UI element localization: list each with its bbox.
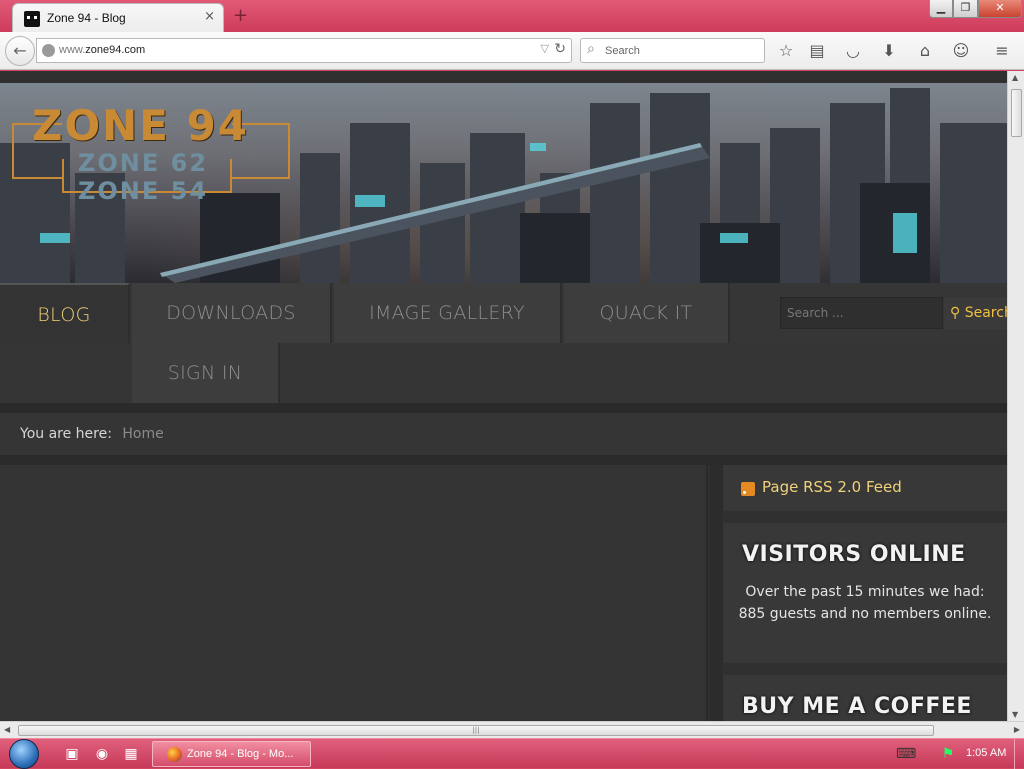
download-icon[interactable]: ⬇ bbox=[878, 40, 900, 62]
os-taskbar: ▣ ◉ ▦ Zone 94 - Blog - Mo... ⌨ ⚑ 1:05 AM bbox=[0, 738, 1024, 769]
breadcrumb: You are here: Home bbox=[0, 413, 1007, 455]
new-tab-button[interactable]: + bbox=[233, 5, 248, 26]
column-gap bbox=[710, 465, 722, 721]
reading-list-icon[interactable]: ▤ bbox=[806, 40, 828, 62]
firefox-icon[interactable]: ◉ bbox=[92, 744, 112, 764]
buy-me-a-coffee-title: BUY ME A COFFEE bbox=[742, 694, 972, 719]
browser-titlebar: Zone 94 - Blog × + ▁ ❐ ✕ bbox=[0, 0, 1024, 33]
system-clock[interactable]: 1:05 AM bbox=[966, 747, 1006, 759]
tab-close-icon[interactable]: × bbox=[204, 9, 215, 24]
horizontal-scroll-thumb[interactable]: ||| bbox=[18, 725, 934, 736]
main-content bbox=[0, 465, 708, 721]
menu-icon[interactable]: ≡ bbox=[991, 40, 1013, 62]
scroll-right-icon[interactable]: ▶ bbox=[1014, 725, 1020, 734]
rss-icon bbox=[741, 482, 755, 496]
reload-icon[interactable]: ↻ bbox=[554, 41, 566, 57]
keyboard-icon[interactable]: ⌨ bbox=[896, 744, 916, 764]
site-favicon-icon bbox=[24, 11, 40, 27]
breadcrumb-prefix: You are here: bbox=[20, 426, 112, 442]
buy-me-a-coffee-module: BUY ME A COFFEE bbox=[722, 675, 1007, 721]
rss-feed-module: Page RSS 2.0 Feed bbox=[722, 465, 1007, 511]
divider bbox=[0, 455, 1007, 465]
history-dropdown-icon[interactable]: ▽ bbox=[541, 42, 549, 55]
firefox-icon bbox=[167, 747, 182, 762]
visitors-online-module: VISITORS ONLINE Over the past 15 minutes… bbox=[722, 523, 1007, 663]
scroll-down-icon[interactable]: ▼ bbox=[1012, 710, 1018, 719]
site-search-input[interactable]: Search ... bbox=[780, 297, 943, 329]
visitors-online-text: Over the past 15 minutes we had: 885 gue… bbox=[738, 584, 992, 622]
minimize-button[interactable]: ▁ bbox=[929, 0, 953, 18]
site-logo-main[interactable]: ZONE 94 bbox=[32, 101, 249, 150]
close-window-button[interactable]: ✕ bbox=[978, 0, 1022, 18]
vertical-scrollbar[interactable]: ▲ ▼ bbox=[1007, 71, 1024, 721]
start-button[interactable] bbox=[9, 739, 39, 769]
rss-feed-link[interactable]: Page RSS 2.0 Feed bbox=[762, 478, 902, 496]
browser-search-input[interactable]: ⌕ Search bbox=[580, 38, 765, 63]
nav-image-gallery[interactable]: IMAGE GALLERY bbox=[334, 283, 562, 343]
back-button[interactable]: ← bbox=[5, 36, 35, 66]
pocket-icon[interactable]: ◡ bbox=[842, 40, 864, 62]
show-desktop-button[interactable] bbox=[1014, 739, 1024, 769]
network-icon[interactable]: ⚑ bbox=[938, 744, 958, 764]
site-banner: ZONE 94 ZONE 62 ZONE 54 bbox=[0, 83, 1007, 283]
arrow-left-icon: ← bbox=[13, 41, 27, 60]
taskbar-window-label: Zone 94 - Blog - Mo... bbox=[187, 748, 294, 760]
browser-toolbar: ← www.zone94.com ▽ ↻ ⌕ Search ☆ ▤ ◡ ⬇ ⌂ … bbox=[0, 32, 1024, 70]
star-icon[interactable]: ☆ bbox=[775, 40, 797, 62]
nav-sign-in[interactable]: SIGN IN bbox=[132, 343, 280, 403]
globe-icon bbox=[42, 44, 55, 57]
nav-quack-it[interactable]: QUACK IT bbox=[564, 283, 730, 343]
search-icon: ⚲ bbox=[950, 305, 965, 321]
web-page: ZONE 94 ZONE 62 ZONE 54 BLOG DOWNLOADS I… bbox=[0, 71, 1007, 721]
home-icon[interactable]: ⌂ bbox=[914, 40, 936, 62]
main-nav-row-2: SIGN IN bbox=[0, 343, 1007, 403]
horizontal-scrollbar[interactable]: ◀ ||| ▶ bbox=[0, 721, 1024, 738]
nav-downloads[interactable]: DOWNLOADS bbox=[132, 283, 332, 343]
site-search-button[interactable]: ⚲ Search bbox=[944, 297, 1007, 329]
vertical-scroll-thumb[interactable] bbox=[1011, 89, 1022, 137]
browser-tab[interactable]: Zone 94 - Blog × bbox=[12, 3, 224, 33]
site-logo-sub: ZONE 62 ZONE 54 bbox=[78, 149, 209, 205]
divider bbox=[0, 403, 1007, 413]
scroll-left-icon[interactable]: ◀ bbox=[4, 725, 10, 734]
scroll-up-icon[interactable]: ▲ bbox=[1012, 73, 1018, 82]
browser-search-placeholder: Search bbox=[605, 45, 640, 57]
chat-icon[interactable]: ☺ bbox=[950, 40, 972, 62]
breadcrumb-home-link[interactable]: Home bbox=[122, 426, 163, 442]
url-text: www.zone94.com bbox=[59, 44, 146, 56]
media-icon[interactable]: ▦ bbox=[121, 744, 141, 764]
maximize-button[interactable]: ❐ bbox=[953, 0, 978, 18]
search-icon: ⌕ bbox=[587, 41, 595, 57]
address-bar[interactable]: www.zone94.com ▽ ↻ bbox=[36, 38, 572, 63]
tab-title: Zone 94 - Blog bbox=[47, 11, 126, 25]
explorer-icon[interactable]: ▣ bbox=[62, 744, 82, 764]
nav-blog[interactable]: BLOG bbox=[0, 283, 130, 343]
visitors-online-title: VISITORS ONLINE bbox=[742, 542, 966, 567]
taskbar-firefox-window[interactable]: Zone 94 - Blog - Mo... bbox=[152, 741, 311, 767]
main-nav: BLOG DOWNLOADS IMAGE GALLERY QUACK IT Se… bbox=[0, 283, 1007, 343]
